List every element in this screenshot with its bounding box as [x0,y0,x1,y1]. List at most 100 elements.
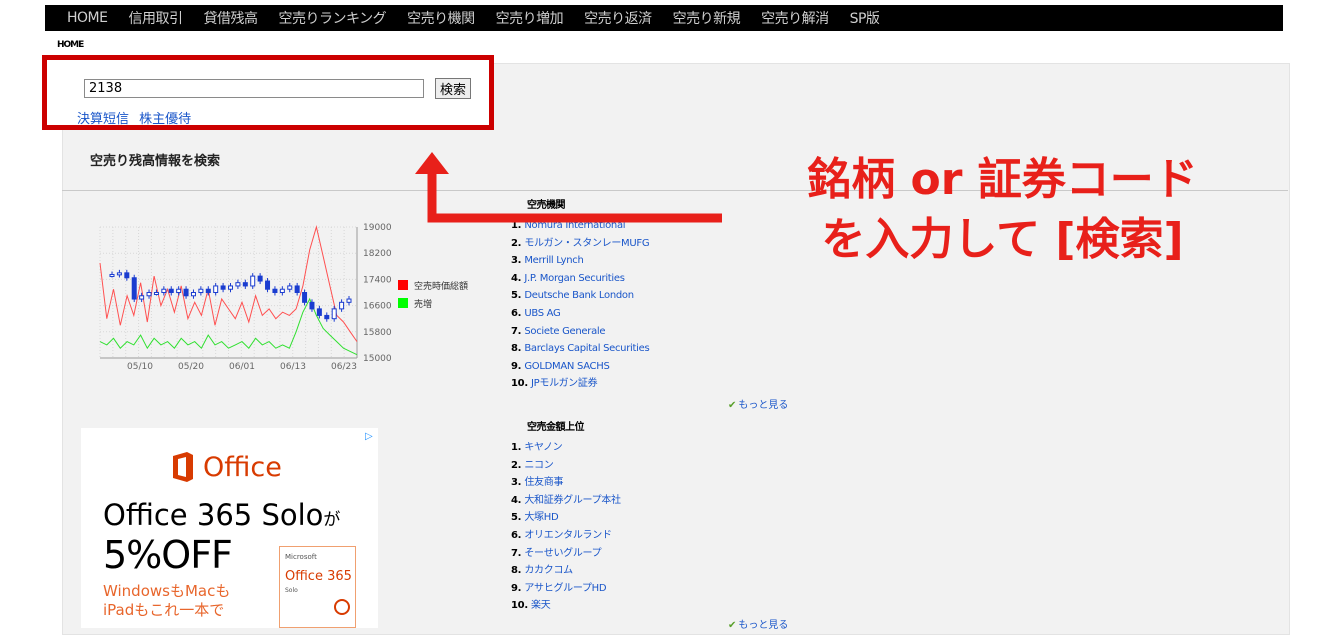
candle-body [153,292,159,295]
ad-product-box: Microsoft Office 365 Solo [279,546,356,628]
y-tick-label: 19000 [363,223,392,233]
list-item[interactable]: 9. GOLDMAN SACHS [511,358,649,376]
ad-headline: Office 365 Soloが [103,498,341,532]
candle-body [109,273,115,277]
candle-body [346,298,352,303]
candle-body [190,292,196,297]
top-navigation: HOME 信用取引 貸借残高 空売りランキング 空売り機関 空売り増加 空売り返済 空売り新規… [45,5,1283,31]
nav-item[interactable]: 空売り返済 [584,8,652,28]
candle-body [272,288,278,293]
nav-item[interactable]: 信用取引 [128,8,183,28]
solo-label: Solo [285,587,298,594]
y-tick-label: 18200 [363,249,392,259]
ad-discount: 5%OFF [103,533,233,577]
list-item[interactable]: 8. Barclays Capital Securities [511,340,650,358]
candle-body [220,285,226,290]
nav-item[interactable]: 空売り新規 [673,8,741,28]
legend-label: 売増 [414,299,433,310]
candle-body [146,292,152,297]
candle-body [250,275,256,287]
list-item[interactable]: 4. J.P. Morgan Securities [511,270,649,288]
list-item[interactable]: 3. 住友商事 [511,474,621,492]
x-tick-label: 06/01 [229,362,255,372]
nav-item[interactable]: 空売り解消 [761,8,829,28]
candle-body [213,285,219,293]
office-brand: Office [203,452,282,483]
x-tick-label: 05/20 [178,362,204,372]
candle-body [228,285,233,290]
list-item[interactable]: 7. そーせいグループ [511,545,621,563]
list-item[interactable]: 2. ニコン [511,457,621,475]
y-tick-label: 17400 [363,275,392,285]
highlight-frame [42,55,494,130]
list-item[interactable]: 10. 楽天 [511,597,621,615]
legend-swatch-red [398,280,408,290]
top-amount-title: 空売金額上位 [527,422,585,433]
legend-item: 売増 [398,294,468,312]
institutions-more-link[interactable]: ✔ もっと見る [728,396,788,411]
candle-body [205,288,211,293]
list-item[interactable]: 4. 大和証券グループ本社 [511,492,621,510]
candle-body [331,308,337,320]
candle-body [302,292,308,303]
candle-body [257,275,263,282]
nav-item[interactable]: 空売り増加 [496,8,564,28]
candle-body [124,272,130,279]
list-item[interactable]: 5. 大塚HD [511,509,621,527]
short-interest-chart: 19000 18200 17400 16600 15800 15000 05/10 05/20… [99,223,392,372]
candle-body [265,280,271,290]
list-item[interactable]: 8. カカクコム [511,562,621,580]
check-icon: ✔ [728,620,737,631]
office-logo-icon [173,452,193,482]
list-item[interactable]: 1. キヤノン [511,439,621,457]
legend-label: 空売時価総額 [414,281,469,292]
breadcrumb[interactable]: HOME [57,40,84,50]
candle-body [176,288,182,293]
candle-body [161,288,167,293]
nav-item[interactable]: 空売り機関 [407,8,475,28]
ad-tagline: WindowsもMacも iPadもこれ一本で [103,582,231,619]
candle-body [168,288,174,293]
list-item[interactable]: 6. UBS AG [511,305,649,323]
candle-body [279,288,285,293]
y-tick-label: 15000 [363,354,392,364]
candle-body [339,301,345,310]
top-amount-list: 1. キヤノン 2. ニコン 3. 住友商事 4. 大和証券グループ本社 5. 大塚HD… [511,439,621,615]
legend-item: 空売時価総額 [398,276,468,294]
x-tick-label: 05/10 [127,362,153,372]
ad-choices-icon[interactable]: ▷ [365,431,373,442]
nav-item[interactable]: 貸借残高 [203,8,258,28]
list-item[interactable]: 10. JPモルガン証券 [511,375,649,393]
microsoft-label: Microsoft [285,553,317,561]
nav-item[interactable]: 空売りランキング [278,8,386,28]
arrow-icon [415,152,722,223]
candle-body [235,282,241,287]
candle-body [198,288,204,293]
instruction-annotation: 銘柄 or 証券コード を入力して [検索] [730,150,1275,270]
x-tick-label: 06/23 [331,362,357,372]
annotation-line: 銘柄 or 証券コード [807,154,1198,205]
candle-body [316,308,322,316]
nav-item[interactable]: HOME [67,10,108,26]
nav-item[interactable]: SP版 [850,8,880,28]
candle-body [287,285,293,290]
legend-swatch-green [398,298,408,308]
list-item[interactable]: 5. Deutsche Bank London [511,287,649,305]
x-tick-label: 06/13 [280,362,306,372]
list-item[interactable]: 2. モルガン・スタンレーMUFG [511,235,650,253]
candle-body [116,272,122,276]
y-tick-label: 16600 [363,302,392,312]
download-icon [334,599,350,615]
list-item[interactable]: 9. アサヒグループHD [511,580,621,598]
annotation-line: を入力して [検索] [821,214,1184,265]
candle-body [139,295,145,300]
check-icon: ✔ [728,400,737,411]
list-item[interactable]: 7. Societe Generale [511,323,649,341]
y-tick-label: 15800 [363,328,392,338]
candle-body [309,301,315,310]
list-item[interactable]: 3. Merrill Lynch [511,252,649,270]
candle-body [242,282,248,287]
institutions-list: 1. Nomura International 2. モルガン・スタンレーMUFG… [511,217,650,393]
product-label: Office 365 [285,569,352,584]
list-item[interactable]: 6. オリエンタルランド [511,527,621,545]
